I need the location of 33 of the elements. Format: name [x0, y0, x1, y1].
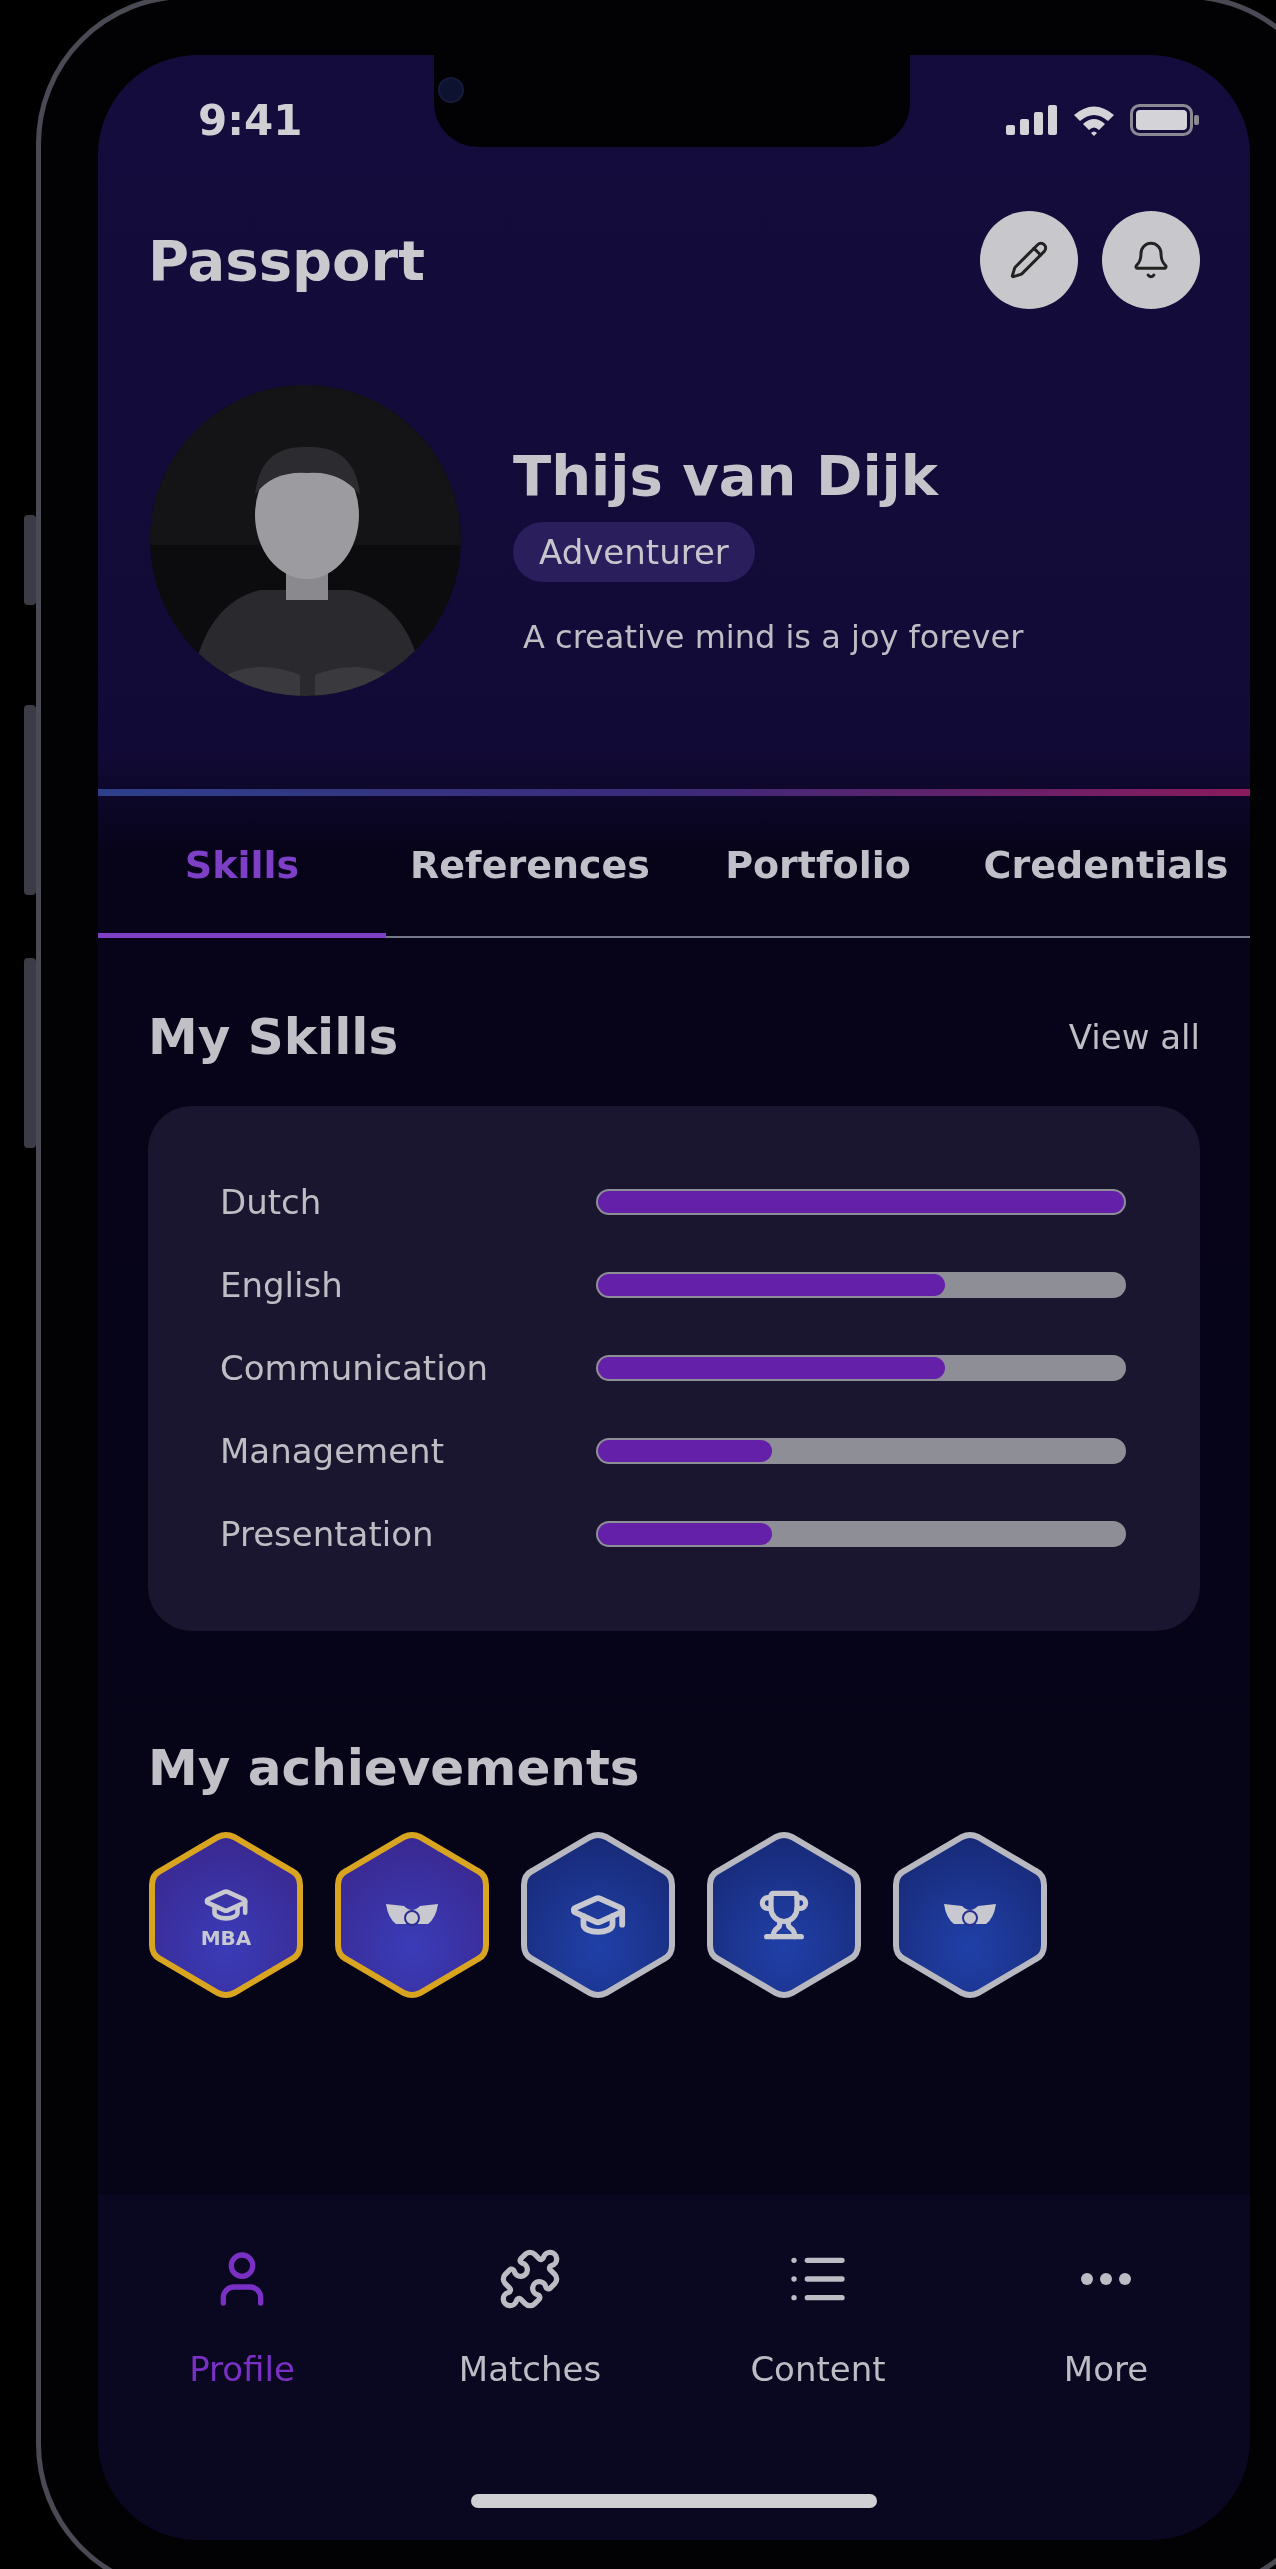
profile-tag: Adventurer: [513, 522, 755, 582]
page-title: Passport: [148, 227, 425, 293]
view-all-link[interactable]: View all: [1068, 1017, 1200, 1057]
battery-icon: [1130, 104, 1200, 136]
achievement-badge[interactable]: [520, 1831, 676, 1999]
achievement-badge[interactable]: [706, 1831, 862, 1999]
puzzle-icon: [498, 2247, 562, 2311]
status-time: 9:41: [198, 95, 303, 145]
profile-bio: A creative mind is a joy forever: [523, 618, 1024, 656]
tab[interactable]: Credentials: [962, 796, 1250, 938]
skill-name: Management: [220, 1430, 445, 1471]
skill-name: Dutch: [220, 1181, 323, 1222]
nav-item[interactable]: Content: [674, 2247, 962, 2389]
nav-item[interactable]: Matches: [386, 2247, 674, 2389]
section-title: My Skills: [148, 1008, 399, 1066]
pencil-icon: [1009, 240, 1049, 280]
signal-icon: [1006, 105, 1058, 135]
tab[interactable]: References: [386, 796, 674, 938]
skill-name: Presentation: [220, 1513, 435, 1554]
tab[interactable]: Portfolio: [674, 796, 962, 938]
trophy-icon: [758, 1889, 810, 1941]
profile-name: Thijs van Dijk: [513, 443, 939, 508]
skill-name: Communication: [220, 1347, 489, 1388]
wifi-icon: [1072, 104, 1116, 136]
skill-name: English: [220, 1264, 344, 1305]
achievement-badge[interactable]: [148, 1831, 304, 1999]
bell-icon: [1131, 240, 1171, 280]
more-icon: [1081, 2273, 1131, 2285]
section-title: My achievements: [148, 1739, 640, 1797]
achievement-badge[interactable]: [892, 1831, 1048, 1999]
badge-label: MBA: [200, 1928, 252, 1948]
achievement-badge[interactable]: [334, 1831, 490, 1999]
nav-item[interactable]: More: [962, 2247, 1250, 2389]
